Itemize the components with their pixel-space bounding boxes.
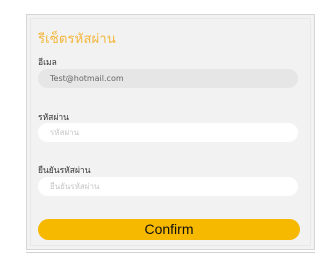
confirm-password-label: ยืนยันรหัสผ่าน [38, 166, 91, 176]
divider [26, 252, 315, 253]
form-title: รีเซ็ตรหัสผ่าน [38, 32, 116, 47]
password-input[interactable] [38, 123, 298, 142]
email-label: อีเมล [38, 58, 57, 68]
confirm-button[interactable]: Confirm [38, 219, 300, 240]
password-label: รหัสผ่าน [38, 113, 69, 123]
email-field: Test@hotmail.com [38, 69, 298, 88]
confirm-password-input[interactable] [38, 177, 298, 196]
